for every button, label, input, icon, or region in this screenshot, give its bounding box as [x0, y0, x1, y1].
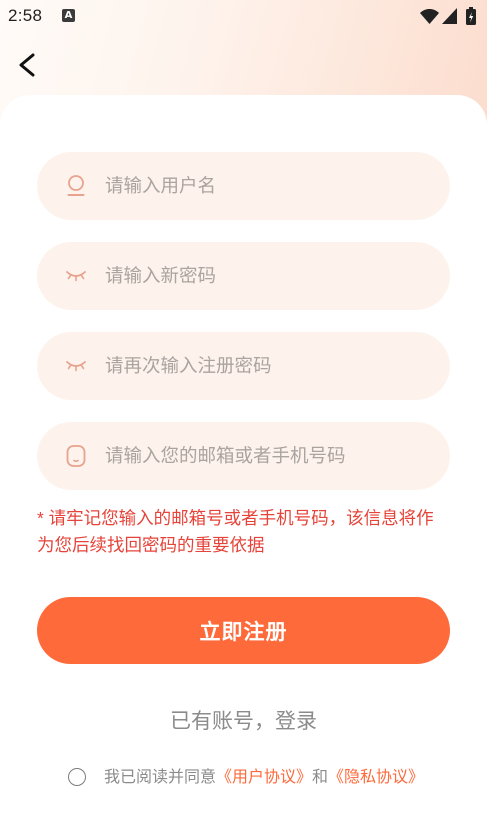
status-time: 2:58 — [8, 6, 43, 25]
agreement-radio[interactable] — [68, 768, 86, 786]
register-button[interactable]: 立即注册 — [37, 597, 450, 664]
notice-line: 为您后续找回密码的重要依据 — [37, 535, 265, 555]
battery-charging-icon — [466, 7, 476, 25]
agreement-text: 我已阅读并同意《用户协议》和《隐私协议》 — [104, 768, 424, 788]
login-link[interactable]: 已有账号，登录 — [0, 708, 487, 736]
confirm-password-field[interactable] — [37, 332, 450, 400]
wifi-icon — [420, 9, 439, 24]
register-screen: 2:58 A 请输入用户名 请输入您的邮箱或者手机号码 * 请牢记您输入的邮箱号… — [0, 0, 487, 825]
new-password-input[interactable] — [105, 242, 428, 310]
agreement-conjunction: 和 — [312, 769, 329, 786]
notice-line: * 请牢记您输入的邮箱号或者手机号码，该信息将作 — [37, 508, 434, 528]
agreement-prefix: 我已阅读并同意 — [104, 769, 217, 786]
new-password-field[interactable] — [37, 242, 450, 310]
recovery-notice: * 请牢记您输入的邮箱号或者手机号码，该信息将作 为您后续找回密码的重要依据 — [37, 505, 450, 559]
username-field[interactable] — [37, 152, 450, 220]
mobile-icon — [65, 444, 87, 468]
username-input[interactable] — [105, 152, 428, 220]
back-button[interactable] — [10, 46, 46, 84]
user-agreement-link[interactable]: 《用户协议》 — [216, 769, 312, 786]
eye-closed-icon — [65, 354, 87, 378]
confirm-password-input[interactable] — [105, 332, 428, 400]
chevron-left-icon — [19, 53, 35, 77]
notification-a-icon: A — [62, 9, 75, 22]
eye-closed-icon — [65, 264, 87, 288]
signal-icon — [442, 8, 457, 24]
register-card: * 请牢记您输入的邮箱号或者手机号码，该信息将作 为您后续找回密码的重要依据 立… — [0, 95, 487, 825]
status-bar: 2:58 A — [0, 0, 487, 34]
privacy-agreement-link[interactable]: 《隐私协议》 — [328, 769, 424, 786]
email-or-phone-input[interactable] — [105, 422, 428, 490]
user-icon — [65, 174, 87, 198]
email-or-phone-field[interactable] — [37, 422, 450, 490]
